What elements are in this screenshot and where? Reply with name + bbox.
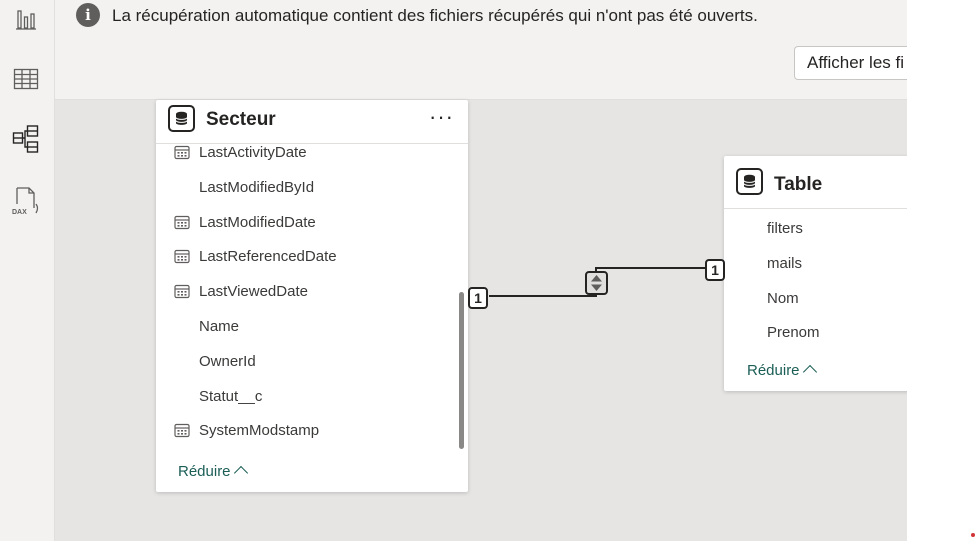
more-options-icon[interactable]: ··· <box>429 104 454 130</box>
calendar-icon <box>174 145 190 160</box>
field-row[interactable]: SystemModstamp <box>156 414 468 448</box>
chevron-up-icon <box>802 364 817 380</box>
chevron-up-icon <box>233 465 248 481</box>
field-row[interactable]: Nom <box>724 282 914 316</box>
table-icon <box>168 105 195 132</box>
field-row[interactable]: LastModifiedById <box>156 171 468 205</box>
field-name: Nom <box>767 289 799 307</box>
table-card-secteur[interactable]: Secteur ··· LastActivityDate LastModified… <box>156 100 468 492</box>
field-name: LastActivityDate <box>199 144 307 161</box>
recovery-info-bar: i La récupération automatique contient d… <box>55 0 920 100</box>
model-view-icon[interactable] <box>9 122 43 156</box>
field-name: filters <box>767 220 803 237</box>
cross-filter-both-icon[interactable] <box>585 271 608 295</box>
collapse-button[interactable]: Réduire <box>747 362 817 380</box>
field-row[interactable]: LastViewedDate <box>156 275 468 309</box>
calendar-icon <box>174 423 190 438</box>
field-name: SystemModstamp <box>199 422 320 440</box>
show-recovered-files-button[interactable]: Afficher les fi <box>794 46 920 80</box>
table-icon <box>736 168 763 195</box>
field-row[interactable]: OwnerId <box>156 345 468 379</box>
field-row[interactable]: Name <box>156 310 468 344</box>
relationship-line[interactable] <box>489 295 597 297</box>
recovery-message: La récupération automatique contient des… <box>112 6 758 25</box>
cardinality-badge-from[interactable]: 1 <box>468 287 488 309</box>
field-name: LastModifiedById <box>199 178 315 196</box>
table-view-icon[interactable] <box>9 62 43 96</box>
field-row[interactable]: LastActivityDate <box>156 136 468 170</box>
collapse-button[interactable]: Réduire <box>178 463 248 481</box>
calendar-icon <box>174 249 190 264</box>
collapse-label: Réduire <box>747 362 800 379</box>
field-name: LastModifiedDate <box>199 213 316 231</box>
relationship-line[interactable] <box>595 267 705 269</box>
info-icon: i <box>76 3 100 27</box>
field-name: LastViewedDate <box>199 283 308 301</box>
field-list-scrollbar[interactable] <box>459 292 464 449</box>
field-name: OwnerId <box>199 352 256 370</box>
calendar-icon <box>174 215 190 230</box>
view-rail: DAX <box>0 0 55 541</box>
field-row[interactable]: Statut__c <box>156 380 468 414</box>
field-row[interactable]: Prenom <box>724 316 914 350</box>
card-title: Secteur <box>206 109 276 130</box>
alert-dot <box>971 533 975 537</box>
field-name: Name <box>199 318 240 335</box>
field-list: LastActivityDate LastModifiedById LastModi… <box>156 136 468 449</box>
field-row[interactable]: filters <box>724 212 914 246</box>
dax-label: DAX <box>12 209 27 216</box>
field-row[interactable]: LastModifiedDate <box>156 206 468 240</box>
right-margin <box>907 0 978 541</box>
field-row[interactable]: LastReferencedDate <box>156 240 468 274</box>
table-card-table[interactable]: Table filters mails Nom Prenom Réduire <box>724 156 914 391</box>
card-header[interactable]: Table <box>724 156 914 209</box>
field-name: Prenom <box>767 324 820 342</box>
field-list: filters mails Nom Prenom <box>724 212 914 352</box>
cardinality-badge-to[interactable]: 1 <box>705 259 725 281</box>
report-view-icon[interactable] <box>9 2 43 36</box>
field-row[interactable]: mails <box>724 247 914 281</box>
field-name: Statut__c <box>199 387 263 405</box>
field-name: LastReferencedDate <box>199 248 337 266</box>
dax-query-view-icon[interactable]: DAX <box>9 184 43 218</box>
calendar-icon <box>174 284 190 299</box>
collapse-label: Réduire <box>178 463 231 480</box>
card-title: Table <box>774 174 823 195</box>
field-name: mails <box>767 254 803 272</box>
